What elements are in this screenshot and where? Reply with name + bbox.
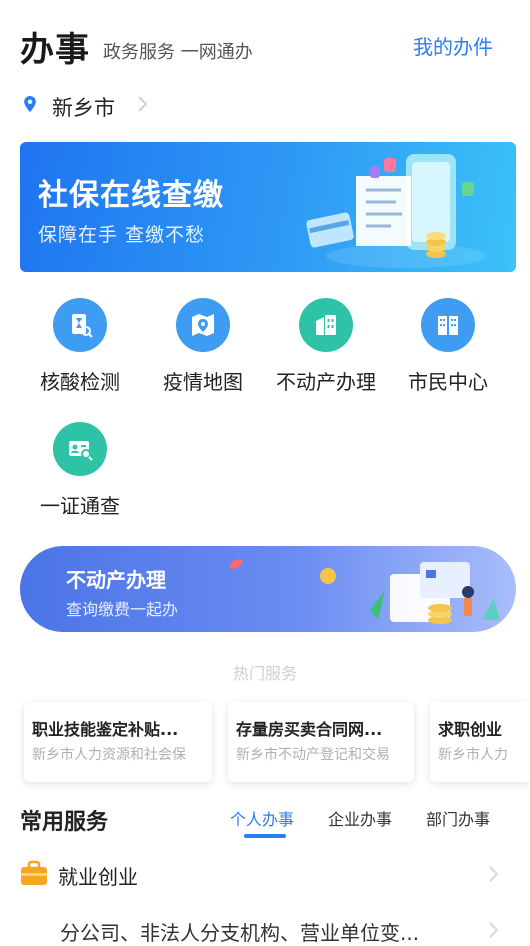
banner-title: 社保在线查缴	[38, 178, 224, 213]
social-insurance-banner[interactable]: 社保在线查缴 保障在手 查缴不愁	[20, 142, 516, 272]
building-icon	[421, 298, 475, 352]
hot-services-title: 热门服务	[232, 664, 297, 683]
grid-item-citizen-center[interactable]: 市民中心	[386, 298, 510, 395]
my-work-link[interactable]: 我的办件	[413, 31, 493, 60]
id-card-search-icon	[53, 422, 107, 476]
chevron-right-icon[interactable]	[488, 920, 500, 940]
phone-payment-illustration-icon	[306, 154, 486, 268]
tab-department[interactable]: 部门办事	[426, 806, 490, 830]
grid-label: 市民中心	[408, 370, 488, 394]
card-title: 职业技能鉴定补贴...	[32, 720, 179, 739]
grid-label: 不动产办理	[276, 370, 376, 394]
card-subtitle: 新乡市人力	[438, 747, 508, 763]
tab-enterprise[interactable]: 企业办事	[328, 806, 392, 830]
document-coins-illustration-icon	[229, 559, 500, 624]
tab-personal[interactable]: 个人办事	[230, 806, 294, 830]
promo-title: 不动产办理	[66, 568, 166, 592]
active-tab-indicator	[244, 834, 286, 838]
service-list-item[interactable]: 分公司、非法人分支机构、营业单位变...	[60, 917, 419, 946]
hot-service-card[interactable]: 求职创业 新乡市人力	[430, 702, 530, 782]
real-estate-promo-banner[interactable]: 不动产办理 查询缴费一起办	[20, 546, 516, 632]
common-services-title: 常用服务	[20, 810, 109, 835]
banner-subtitle: 保障在手 查缴不愁	[38, 224, 206, 246]
building-document-icon	[299, 298, 353, 352]
hot-service-card[interactable]: 职业技能鉴定补贴... 新乡市人力资源和社会保	[24, 702, 212, 782]
page-title: 办事	[20, 30, 90, 70]
grid-label: 核酸检测	[40, 370, 120, 394]
test-tube-document-icon	[53, 298, 107, 352]
hot-service-card[interactable]: 存量房买卖合同网... 新乡市不动产登记和交易	[228, 702, 414, 782]
chevron-right-icon[interactable]	[134, 94, 150, 114]
map-pin-icon	[176, 298, 230, 352]
card-subtitle: 新乡市不动产登记和交易	[236, 747, 390, 763]
briefcase-icon	[21, 860, 47, 885]
card-title: 求职创业	[438, 720, 503, 739]
promo-subtitle: 查询缴费一起办	[66, 600, 179, 619]
grid-item-nucleic-test[interactable]: 核酸检测	[18, 298, 142, 395]
location-pin-icon[interactable]	[22, 96, 38, 112]
grid-item-epidemic-map[interactable]: 疫情地图	[141, 298, 265, 395]
page-subtitle: 政务服务 一网通办	[103, 42, 253, 63]
city-selector[interactable]: 新乡市	[52, 92, 115, 122]
grid-label: 一证通查	[40, 494, 120, 518]
chevron-right-icon[interactable]	[488, 864, 500, 884]
grid-item-id-check[interactable]: 一证通查	[18, 422, 142, 519]
category-employment[interactable]: 就业创业	[58, 861, 138, 890]
grid-label: 疫情地图	[163, 370, 243, 394]
card-subtitle: 新乡市人力资源和社会保	[32, 747, 186, 763]
grid-item-real-estate[interactable]: 不动产办理	[264, 298, 388, 395]
card-title: 存量房买卖合同网...	[236, 720, 383, 739]
